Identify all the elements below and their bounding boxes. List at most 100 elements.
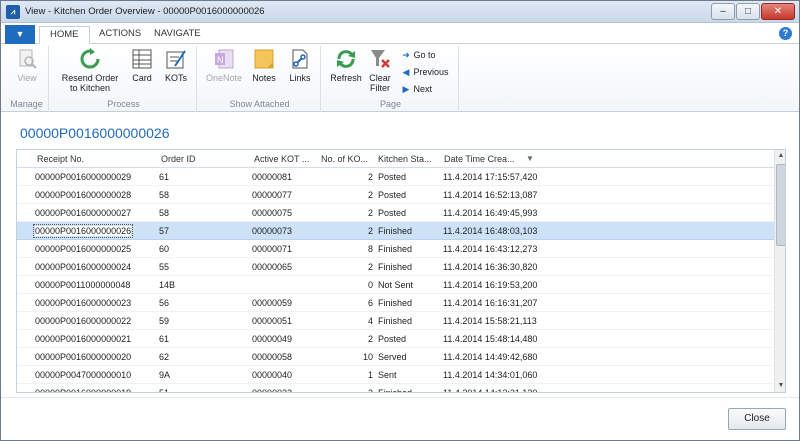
resend-label-line1: Resend Order xyxy=(61,73,119,83)
cell-no-of-kots: 2 xyxy=(367,190,373,200)
table-row[interactable]: 00000P0016000000021 61 00000049 2 Posted 11.4… xyxy=(17,330,774,348)
notes-button-label: Notes xyxy=(252,73,276,83)
view-button[interactable]: View xyxy=(9,48,45,83)
cell-active-kot: 00000073 xyxy=(252,226,293,236)
cell-active-kot: 00000077 xyxy=(252,190,293,200)
table-row[interactable]: 00000P0016000000027 58 00000075 2 Posted 11.4… xyxy=(17,204,774,222)
minimize-button[interactable]: – xyxy=(711,3,735,20)
vertical-scrollbar[interactable]: ▲ ▼ xyxy=(774,150,785,392)
goto-button[interactable]: ➜ Go to xyxy=(401,50,435,61)
resend-order-button[interactable]: Resend Order to Kitchen xyxy=(57,48,123,93)
cell-order-id: 62 xyxy=(159,352,170,362)
table-row[interactable]: 00000P0016000000026 57 00000073 2 Finished 11… xyxy=(17,222,774,240)
scroll-up-icon[interactable]: ▲ xyxy=(775,150,785,162)
notes-icon xyxy=(254,49,274,69)
scroll-down-icon[interactable]: ▼ xyxy=(775,380,785,392)
cell-date-time-created: 11.4.2014 16:48:03,103 xyxy=(443,226,538,236)
cell-no-of-kots: 2 xyxy=(367,388,373,393)
close-button[interactable]: Close xyxy=(728,408,786,430)
cell-kitchen-status: Finished xyxy=(378,298,413,308)
cell-order-id: 61 xyxy=(159,172,170,182)
application-menu-button[interactable]: ▼ xyxy=(5,25,35,44)
cell-no-of-kots: 2 xyxy=(367,226,373,236)
cell-date-time-created: 11.4.2014 16:43:12,273 xyxy=(443,244,538,254)
column-header-kitchen-status[interactable]: Kitchen Sta... xyxy=(378,154,432,164)
help-icon[interactable]: ? xyxy=(779,27,792,40)
cell-no-of-kots: 2 xyxy=(367,172,373,182)
links-button[interactable]: Links xyxy=(285,48,315,83)
table-row[interactable]: 00000P0016000000022 59 00000051 4 Finished 11… xyxy=(17,312,774,330)
cell-receipt-no: 00000P0047000000010 xyxy=(35,370,132,380)
refresh-button[interactable]: Refresh xyxy=(327,48,365,83)
grid-header: Receipt No. Order ID Active KOT ... No. … xyxy=(17,150,774,168)
sort-descending-icon: ▼ xyxy=(526,154,534,163)
cell-date-time-created: 11.4.2014 17:15:57,420 xyxy=(443,172,538,182)
page-group-label: Page xyxy=(379,99,402,109)
cell-order-id: 57 xyxy=(159,226,170,236)
table-row[interactable]: 00000P0016000000029 61 00000081 2 Posted 11.4… xyxy=(17,168,774,186)
column-header-active-kot[interactable]: Active KOT ... xyxy=(254,154,309,164)
column-header-no-of-kots[interactable]: No. of KO... xyxy=(321,154,368,164)
cell-date-time-created: 11.4.2014 16:49:45,993 xyxy=(443,208,538,218)
cell-receipt-no: 00000P0016000000027 xyxy=(35,208,132,218)
cell-kitchen-status: Finished xyxy=(378,262,413,272)
title-bar: ⩘ View - Kitchen Order Overview - 00000P… xyxy=(1,1,799,23)
ribbon-tab-bar: ▼ HOME ACTIONS NAVIGATE ? xyxy=(1,23,799,44)
table-row[interactable]: 00000P0016000000023 56 00000059 6 Finished 11… xyxy=(17,294,774,312)
notes-button[interactable]: Notes xyxy=(249,48,279,83)
cell-active-kot: 00000075 xyxy=(252,208,293,218)
clear-filter-line2: Filter xyxy=(370,83,390,93)
tab-actions[interactable]: ACTIONS xyxy=(89,26,151,44)
onenote-icon: N xyxy=(215,49,234,69)
previous-button[interactable]: ◀ Previous xyxy=(401,67,449,78)
cell-active-kot: 00000051 xyxy=(252,316,293,326)
cell-active-kot: 00000065 xyxy=(252,262,293,272)
view-icon xyxy=(19,49,37,69)
table-row[interactable]: 00000P0016000000024 55 00000065 2 Finished 11… xyxy=(17,258,774,276)
cell-kitchen-status: Finished xyxy=(378,244,413,254)
table-row[interactable]: 00000P0016000000028 58 00000077 2 Posted 11.4… xyxy=(17,186,774,204)
next-button[interactable]: ▶ Next xyxy=(401,84,433,95)
cell-receipt-no: 00000P0016000000026 xyxy=(32,224,134,238)
tab-home[interactable]: HOME xyxy=(39,26,90,44)
table-row[interactable]: 00000P0016000000025 60 00000071 8 Finished 11… xyxy=(17,240,774,258)
clear-filter-button[interactable]: Clear Filter xyxy=(365,48,395,93)
window-title: View - Kitchen Order Overview - 00000P00… xyxy=(25,6,265,17)
onenote-button[interactable]: N OneNote xyxy=(203,48,245,83)
scroll-thumb[interactable] xyxy=(776,164,785,246)
clear-filter-line1: Clear xyxy=(369,73,391,83)
cell-order-id: 9A xyxy=(159,370,171,380)
links-button-label: Links xyxy=(289,73,311,83)
maximize-button[interactable]: □ xyxy=(736,3,760,20)
cell-order-id: 56 xyxy=(159,298,170,308)
window-close-button[interactable]: ✕ xyxy=(761,3,795,20)
column-header-order-id[interactable]: Order ID xyxy=(161,154,196,164)
cell-date-time-created: 11.4.2014 15:58:21,113 xyxy=(443,316,537,326)
tab-navigate[interactable]: NAVIGATE xyxy=(144,26,211,44)
table-row[interactable]: 00000P0016000000020 62 00000058 10 Served 11.… xyxy=(17,348,774,366)
kots-button[interactable]: KOTs xyxy=(161,48,191,83)
cell-order-id: 60 xyxy=(159,244,170,254)
cell-order-id: 14B xyxy=(159,280,176,290)
cell-kitchen-status: Finished xyxy=(378,388,413,393)
cell-kitchen-status: Posted xyxy=(378,172,407,182)
refresh-green-icon xyxy=(80,48,100,69)
cell-order-id: 51 xyxy=(159,388,170,393)
cell-no-of-kots: 1 xyxy=(367,370,373,380)
kitchen-order-grid: Receipt No. Order ID Active KOT ... No. … xyxy=(16,149,786,393)
cell-order-id: 55 xyxy=(159,262,170,272)
cell-no-of-kots: 8 xyxy=(367,244,373,254)
refresh-icon xyxy=(337,50,355,68)
cell-receipt-no: 00000P0016000000021 xyxy=(35,334,132,344)
table-row[interactable]: 00000P0016000000019 51 00000032 2 Finished 11… xyxy=(17,384,774,393)
table-row[interactable]: 00000P0047000000010 9A 00000040 1 Sent 11.4.2… xyxy=(17,366,774,384)
cell-receipt-no: 00000P0016000000029 xyxy=(35,172,132,182)
previous-arrow-icon: ◀ xyxy=(402,67,410,77)
column-header-date-time-created[interactable]: Date Time Crea... xyxy=(444,154,515,164)
cell-receipt-no: 00000P0016000000023 xyxy=(35,298,132,308)
links-icon xyxy=(292,49,308,69)
card-button[interactable]: Card xyxy=(127,48,157,83)
table-row[interactable]: 00000P0011000000048 14B 0 Not Sent 11.4.2014… xyxy=(17,276,774,294)
column-header-receipt-no[interactable]: Receipt No. xyxy=(37,154,84,164)
kitchen-order-overview-window: ⩘ View - Kitchen Order Overview - 00000P… xyxy=(0,0,800,441)
